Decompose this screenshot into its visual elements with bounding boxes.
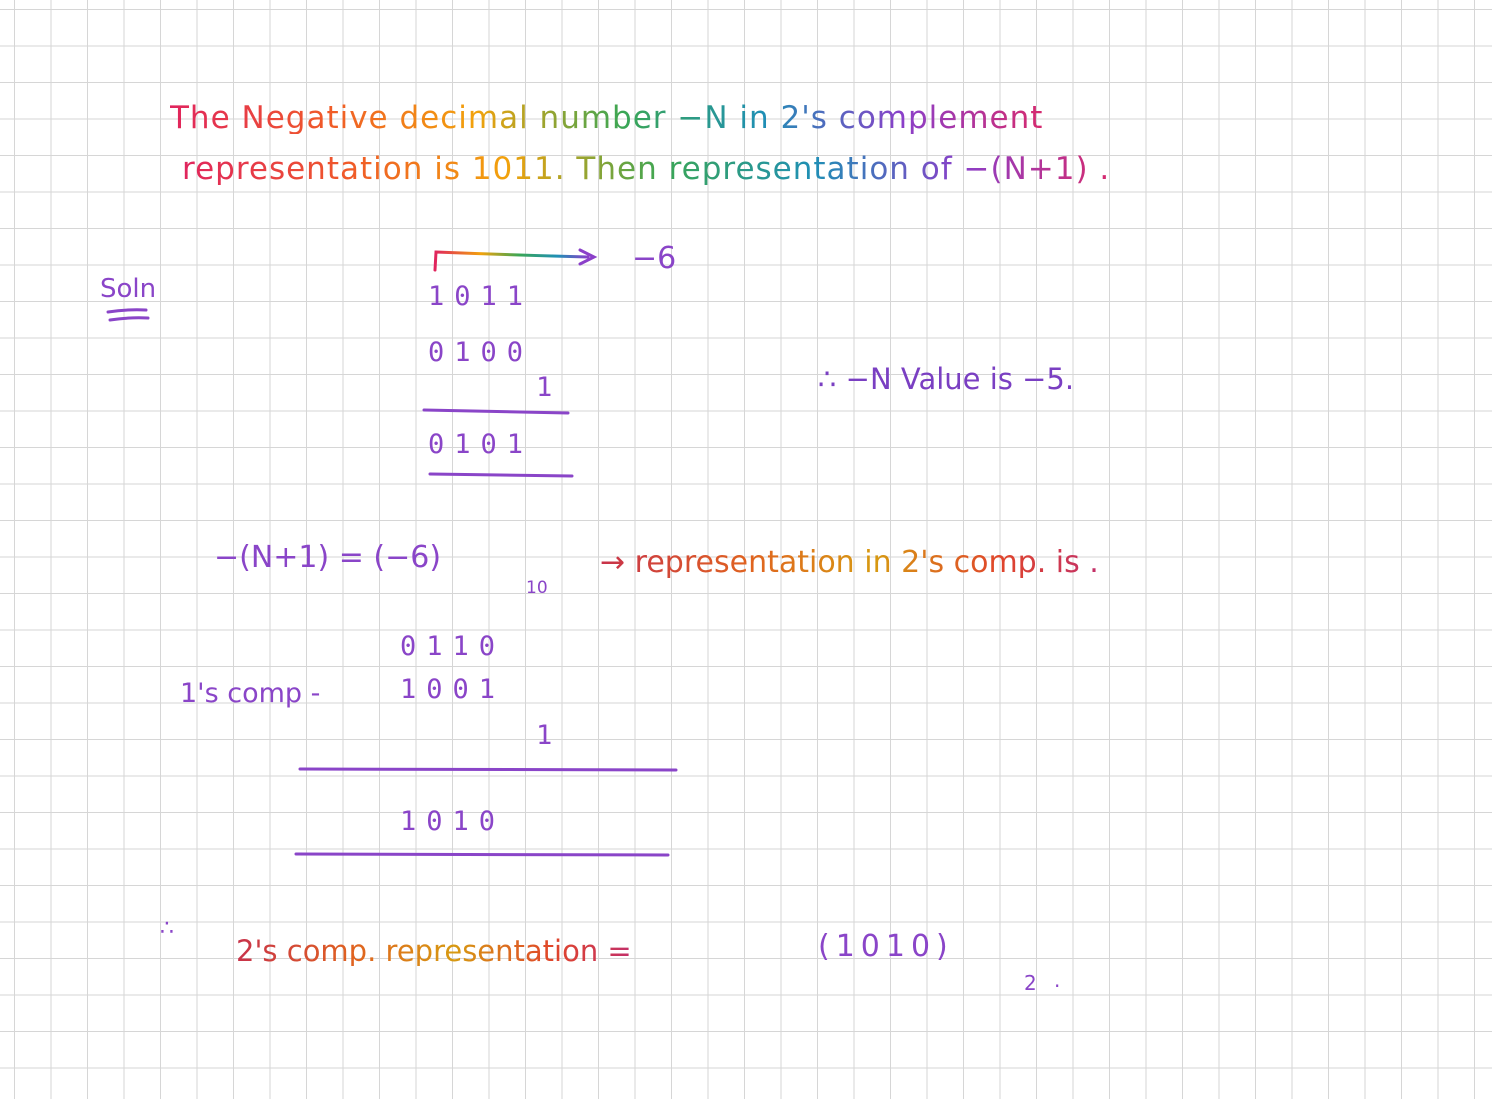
arrow-icon [433, 248, 598, 272]
divider-line-a1 [422, 408, 570, 415]
divider-line-b2 [294, 852, 670, 857]
divider-line-b1 [298, 767, 678, 772]
solution-underline [106, 308, 150, 322]
ink-strokes [106, 248, 678, 857]
divider-line-a2 [428, 472, 574, 478]
